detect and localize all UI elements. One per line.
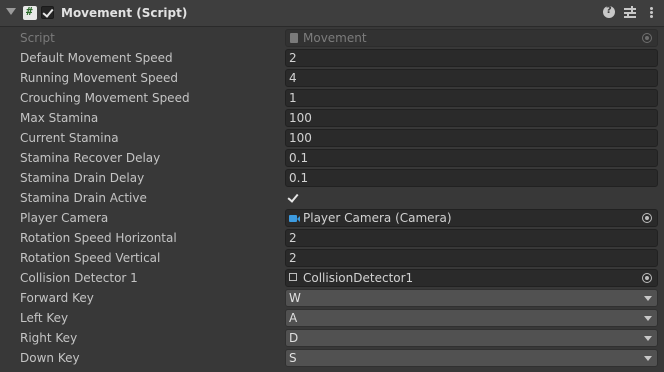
default-movement-speed-input[interactable]: 2 xyxy=(285,49,658,67)
stamina-drain-delay-input[interactable]: 0.1 xyxy=(285,169,658,187)
cube-icon xyxy=(289,273,297,281)
field-label: Running Movement Speed xyxy=(20,71,178,85)
component-enabled-checkbox[interactable] xyxy=(41,6,54,19)
field-label: Rotation Speed Horizontal xyxy=(20,231,177,245)
left-key-dropdown[interactable]: A xyxy=(285,309,658,327)
field-label: Stamina Drain Active xyxy=(20,191,147,205)
script-asset-icon xyxy=(290,33,298,43)
field-label: Current Stamina xyxy=(20,131,119,145)
field-row-forward-key: Forward Key W xyxy=(0,288,664,308)
field-row-default-movement-speed: Default Movement Speed 2 xyxy=(0,48,664,68)
field-row-left-key: Left Key A xyxy=(0,308,664,328)
field-value: 1 xyxy=(289,91,297,105)
field-row-rotation-speed-vertical: Rotation Speed Vertical 2 xyxy=(0,248,664,268)
dropdown-arrow-icon xyxy=(644,356,652,361)
field-label: Down Key xyxy=(20,351,80,365)
forward-key-dropdown[interactable]: W xyxy=(285,289,658,307)
field-value: 2 xyxy=(289,51,297,65)
field-value: 0.1 xyxy=(289,171,309,185)
field-row-collision-detector-1: Collision Detector 1 CollisionDetector1 xyxy=(0,268,664,288)
field-label: Forward Key xyxy=(20,291,94,305)
field-row-rotation-speed-horizontal: Rotation Speed Horizontal 2 xyxy=(0,228,664,248)
field-value: 4 xyxy=(289,71,297,85)
object-picker-icon xyxy=(642,33,652,43)
field-label: Stamina Recover Delay xyxy=(20,151,161,165)
kebab-menu-icon[interactable] xyxy=(645,6,659,20)
dropdown-arrow-icon xyxy=(644,336,652,341)
field-row-right-key: Right Key D xyxy=(0,328,664,348)
field-label: Script xyxy=(20,31,55,45)
field-value: Player Camera (Camera) xyxy=(303,211,452,225)
field-row-stamina-drain-active: Stamina Drain Active xyxy=(0,188,664,208)
rotation-speed-horizontal-input[interactable]: 2 xyxy=(285,229,658,247)
dropdown-arrow-icon xyxy=(644,296,652,301)
field-row-script: Script Movement xyxy=(0,28,664,48)
foldout-arrow-icon[interactable] xyxy=(6,8,16,15)
field-row-stamina-drain-delay: Stamina Drain Delay 0.1 xyxy=(0,168,664,188)
field-value: D xyxy=(289,331,299,345)
max-stamina-input[interactable]: 100 xyxy=(285,109,658,127)
field-row-crouching-movement-speed: Crouching Movement Speed 1 xyxy=(0,88,664,108)
field-value: 100 xyxy=(289,131,312,145)
field-label: Left Key xyxy=(20,311,69,325)
field-label: Right Key xyxy=(20,331,78,345)
crouching-movement-speed-input[interactable]: 1 xyxy=(285,89,658,107)
field-row-max-stamina: Max Stamina 100 xyxy=(0,108,664,128)
field-value: W xyxy=(289,291,301,305)
field-row-stamina-recover-delay: Stamina Recover Delay 0.1 xyxy=(0,148,664,168)
right-key-dropdown[interactable]: D xyxy=(285,329,658,347)
field-value: 0.1 xyxy=(289,151,309,165)
rotation-speed-vertical-input[interactable]: 2 xyxy=(285,249,658,267)
field-label: Crouching Movement Speed xyxy=(20,91,190,105)
presets-icon[interactable] xyxy=(624,6,638,20)
component-header[interactable]: Movement (Script) xyxy=(0,0,664,27)
field-label: Max Stamina xyxy=(20,111,99,125)
field-value: CollisionDetector1 xyxy=(303,271,414,285)
field-row-down-key: Down Key S xyxy=(0,348,664,368)
object-picker-icon[interactable] xyxy=(642,213,652,223)
help-icon[interactable] xyxy=(603,5,617,20)
script-value: Movement xyxy=(303,31,367,45)
field-value: A xyxy=(289,311,298,325)
camera-icon xyxy=(289,215,300,222)
field-label: Default Movement Speed xyxy=(20,51,173,65)
stamina-recover-delay-input[interactable]: 0.1 xyxy=(285,149,658,167)
field-label: Player Camera xyxy=(20,211,109,225)
field-row-player-camera: Player Camera Player Camera (Camera) xyxy=(0,208,664,228)
field-row-running-movement-speed: Running Movement Speed 4 xyxy=(0,68,664,88)
field-value: 2 xyxy=(289,231,297,245)
collision-detector-object-field[interactable]: CollisionDetector1 xyxy=(285,269,658,287)
current-stamina-input[interactable]: 100 xyxy=(285,129,658,147)
field-value: S xyxy=(289,351,297,365)
player-camera-object-field[interactable]: Player Camera (Camera) xyxy=(285,209,658,227)
field-label: Collision Detector 1 xyxy=(20,271,138,285)
field-label: Stamina Drain Delay xyxy=(20,171,145,185)
component-title: Movement (Script) xyxy=(61,6,188,20)
dropdown-arrow-icon xyxy=(644,316,652,321)
field-row-current-stamina: Current Stamina 100 xyxy=(0,128,664,148)
down-key-dropdown[interactable]: S xyxy=(285,349,658,367)
object-picker-icon[interactable] xyxy=(642,273,652,283)
field-value: 2 xyxy=(289,251,297,265)
inspector-panel: Movement (Script) Script Movement Defaul… xyxy=(0,0,664,372)
field-label: Rotation Speed Vertical xyxy=(20,251,161,265)
script-object-field: Movement xyxy=(285,29,658,47)
field-value: 100 xyxy=(289,111,312,125)
running-movement-speed-input[interactable]: 4 xyxy=(285,69,658,87)
stamina-drain-active-checkbox[interactable] xyxy=(285,191,299,205)
csharp-script-icon xyxy=(23,5,37,20)
